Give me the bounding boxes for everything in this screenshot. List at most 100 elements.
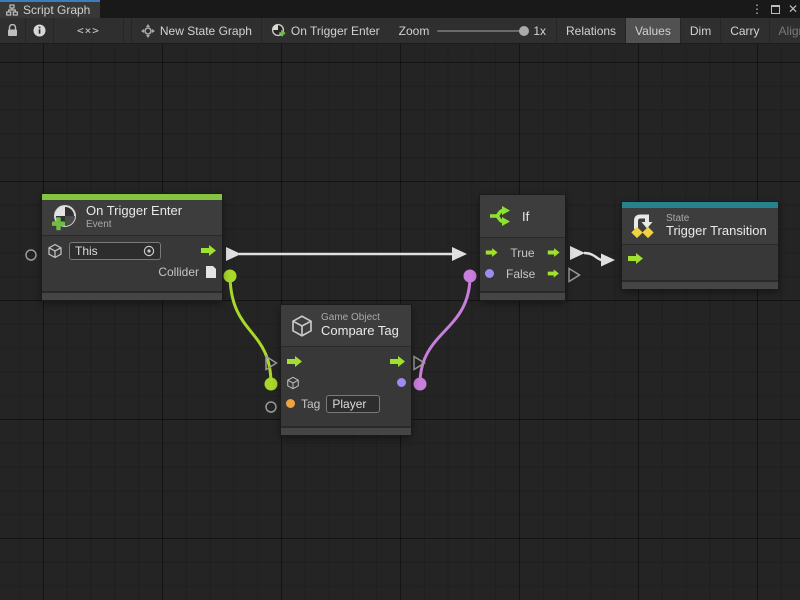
graph-toolbar: <×> New State Graph On Trigger Enter Zoo… xyxy=(0,18,800,44)
port-row-tag: Tag Player xyxy=(281,393,411,414)
port-comparetag-result-output[interactable] xyxy=(414,378,427,391)
port-collider-output[interactable] xyxy=(224,270,237,283)
event-icon xyxy=(51,204,79,232)
node-if[interactable]: If True False xyxy=(480,195,565,300)
port-if-condition-input[interactable] xyxy=(464,270,477,283)
port-comparetag-tag-input[interactable] xyxy=(266,402,276,412)
zoom-label: Zoom xyxy=(399,24,430,38)
dim-toggle[interactable]: Dim xyxy=(681,18,721,43)
bool-output-port[interactable] xyxy=(397,378,406,387)
collider-label: Collider xyxy=(158,265,199,279)
zoom-value: 1x xyxy=(533,24,546,38)
condition-input-port[interactable] xyxy=(485,269,494,278)
flow-input-arrow[interactable] xyxy=(286,355,303,368)
zoom-slider-knob[interactable] xyxy=(519,26,529,36)
script-graph-window: Script Graph ⋮ ✕ <×> xyxy=(0,0,800,600)
info-button[interactable] xyxy=(26,18,54,43)
new-state-graph-label: New State Graph xyxy=(160,24,252,38)
window-menu-icon[interactable]: ⋮ xyxy=(751,2,763,16)
graph-breadcrumb-label: On Trigger Enter xyxy=(291,24,380,38)
graph-icon xyxy=(6,4,18,16)
lock-button[interactable] xyxy=(0,18,26,43)
node-footer xyxy=(281,426,411,435)
new-state-graph-button[interactable]: New State Graph xyxy=(132,18,262,43)
zoom-control: Zoom 1x xyxy=(389,18,556,43)
branch-icon xyxy=(489,205,515,227)
maximize-icon[interactable] xyxy=(771,5,780,14)
node-title: On Trigger Enter xyxy=(86,204,182,219)
node-title: If xyxy=(522,209,529,224)
port-row-collider: Collider xyxy=(42,261,222,282)
wire-value-comparetag-to-if[interactable] xyxy=(414,270,477,391)
object-picker-icon[interactable] xyxy=(143,245,155,257)
node-on-trigger-enter[interactable]: On Trigger Enter Event This xyxy=(42,194,222,300)
port-trigger-target-input[interactable] xyxy=(26,250,36,260)
port-comparetag-flow-input[interactable] xyxy=(266,357,277,370)
code-view-button[interactable]: <×> xyxy=(54,18,124,43)
lock-icon xyxy=(7,24,18,37)
tab-title: Script Graph xyxy=(23,3,90,17)
node-trigger-transition[interactable]: State Trigger Transition xyxy=(622,202,778,289)
dim-label: Dim xyxy=(690,24,711,38)
node-compare-tag[interactable]: Game Object Compare Tag xyxy=(281,305,411,435)
node-title: Compare Tag xyxy=(321,324,399,339)
relations-label: Relations xyxy=(566,24,616,38)
node-footer xyxy=(42,291,222,300)
relations-toggle[interactable]: Relations xyxy=(557,18,626,43)
gameobject-port-icon[interactable] xyxy=(286,376,300,390)
wire-flow-if-to-transition[interactable] xyxy=(570,246,615,267)
flow-output-arrow[interactable] xyxy=(200,244,217,257)
graph-breadcrumb-button[interactable]: On Trigger Enter xyxy=(262,18,389,43)
graph-canvas[interactable]: On Trigger Enter Event This xyxy=(0,44,800,600)
false-output-arrow[interactable] xyxy=(547,267,560,280)
false-label: False xyxy=(506,267,535,281)
port-row-flow xyxy=(622,248,778,269)
values-label: Values xyxy=(635,24,671,38)
node-header: State Trigger Transition xyxy=(622,208,778,245)
event-mini-icon xyxy=(271,23,286,38)
values-toggle[interactable]: Values xyxy=(626,18,681,43)
tab-script-graph[interactable]: Script Graph xyxy=(0,0,100,18)
port-row-gameobject xyxy=(281,372,411,393)
port-comparetag-gameobject-input[interactable] xyxy=(265,378,278,391)
align-dropdown[interactable]: Align ▼ xyxy=(770,18,800,43)
true-label: True xyxy=(510,246,534,260)
port-row-true: True xyxy=(480,242,565,263)
tag-field[interactable]: Player xyxy=(326,395,380,413)
port-row-target: This xyxy=(42,240,222,261)
toolbar-separator xyxy=(124,18,132,43)
info-icon xyxy=(33,24,46,37)
wire-flow-trigger-to-if[interactable] xyxy=(226,247,467,261)
node-header: On Trigger Enter Event xyxy=(42,200,222,236)
target-field[interactable]: This xyxy=(69,242,161,260)
collider-type-icon xyxy=(205,265,217,279)
flow-input-arrow[interactable] xyxy=(485,246,498,259)
state-graph-icon xyxy=(141,24,155,38)
wire-value-collider-to-comparetag[interactable] xyxy=(224,270,278,391)
port-row-false: False xyxy=(480,263,565,284)
gameobject-icon xyxy=(290,314,314,338)
port-row-flow xyxy=(281,351,411,372)
node-subtitle: Event xyxy=(86,219,182,231)
target-value: This xyxy=(75,244,98,258)
close-icon[interactable]: ✕ xyxy=(788,2,798,16)
node-footer xyxy=(622,280,778,289)
code-icon: <×> xyxy=(63,24,114,37)
flow-input-arrow[interactable] xyxy=(627,252,644,265)
node-title: Trigger Transition xyxy=(666,224,767,239)
transition-icon xyxy=(631,213,659,239)
node-header: If xyxy=(480,195,565,238)
true-output-arrow[interactable] xyxy=(547,246,560,259)
gameobject-icon xyxy=(47,243,63,259)
string-input-port[interactable] xyxy=(286,399,295,408)
port-comparetag-flow-output[interactable] xyxy=(414,357,425,370)
node-footer xyxy=(480,291,565,300)
carry-label: Carry xyxy=(730,24,759,38)
port-if-false-output[interactable] xyxy=(569,269,580,282)
tag-value: Player xyxy=(332,397,366,411)
zoom-slider[interactable] xyxy=(437,30,525,32)
carry-toggle[interactable]: Carry xyxy=(721,18,769,43)
tab-bar: Script Graph ⋮ ✕ xyxy=(0,0,800,18)
tag-label: Tag xyxy=(301,397,320,411)
flow-output-arrow[interactable] xyxy=(389,355,406,368)
